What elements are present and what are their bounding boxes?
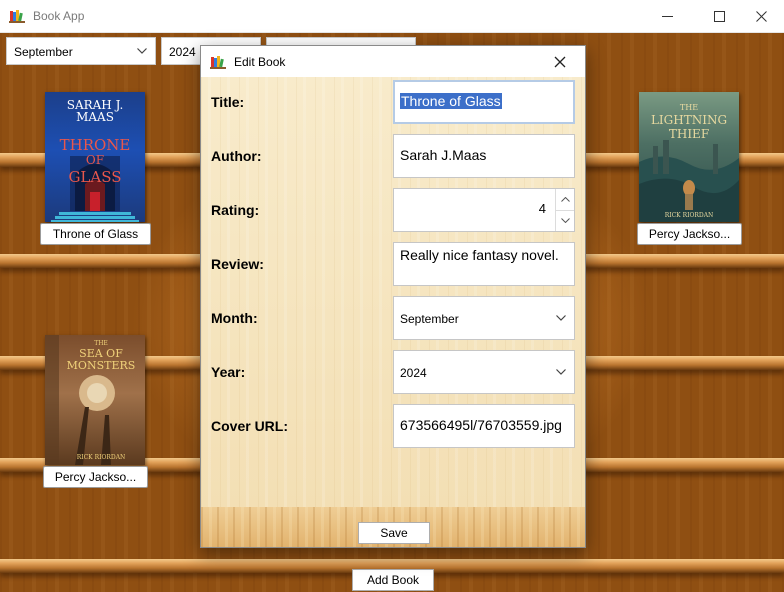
dialog-titlebar: Edit Book [201,46,585,77]
cover-url-input[interactable]: 673566495l/76703559.jpg [393,404,575,448]
year-select-value: 2024 [400,366,427,380]
cover-text: THRONE [60,136,131,154]
close-icon [755,10,767,22]
dialog-title: Edit Book [234,55,286,69]
save-button[interactable]: Save [358,522,430,544]
cover-text: RICK RIORDAN [665,212,714,219]
rating-decrement-button[interactable] [556,210,574,231]
title-input-value: Throne of Glass [400,93,502,109]
spin-up-icon [560,197,570,202]
rating-label: Rating: [211,202,260,218]
month-select[interactable]: September [393,296,575,340]
books-icon [210,56,226,69]
title-input[interactable]: Throne of Glass [393,80,575,124]
rating-spinner[interactable]: 4 [393,188,575,232]
cover-url-label: Cover URL: [211,418,289,434]
cover-text: MONSTERS [67,359,136,372]
book-label[interactable]: Percy Jackso... [637,223,742,245]
book-label[interactable]: Percy Jackso... [43,466,148,488]
book-cover-art: SARAH J. MAAS THRONE OF GLASS [51,98,139,222]
spin-down-icon [560,218,570,223]
review-label: Review: [211,256,264,272]
minimize-icon [661,15,673,17]
title-label: Title: [211,94,245,110]
month-select-value: September [400,312,459,326]
author-input-value: Sarah J.Maas [400,147,487,163]
cover-text: GLASS [68,168,121,186]
book-label[interactable]: Throne of Glass [40,223,151,245]
year-filter-value: 2024 [169,45,196,59]
dialog-close-button[interactable] [543,50,577,74]
month-label: Month: [211,310,258,326]
rating-spin-buttons [555,189,574,231]
book-cover[interactable]: THE LIGHTNING THIEF RICK RIORDAN [639,92,739,222]
cover-url-value: 673566495l/76703559.jpg [400,417,562,433]
author-input[interactable]: Sarah J.Maas [393,134,575,178]
close-icon [554,56,566,68]
author-label: Author: [211,148,262,164]
cover-text: THE [94,340,108,347]
edit-book-dialog: Edit Book Title: Throne of Glass Author:… [200,45,586,548]
review-value: Really nice fantasy novel. [400,247,559,263]
cover-text: OF [86,153,104,167]
cover-text: THE [680,103,698,112]
close-button[interactable] [738,0,784,32]
book-cover[interactable]: SARAH J. MAAS THRONE OF GLASS [45,92,145,222]
add-book-button[interactable]: Add Book [352,569,434,591]
review-textarea[interactable]: Really nice fantasy novel. [393,242,575,286]
chevron-down-icon [137,48,147,54]
books-icon [9,10,25,23]
rating-value: 4 [538,201,546,216]
minimize-button[interactable] [644,0,690,32]
book-cover-art: THE LIGHTNING THIEF RICK RIORDAN [639,103,739,222]
app-title: Book App [33,9,85,23]
main-titlebar: Book App [0,0,784,33]
book-cover[interactable]: THE SEA OF MONSTERS RICK RIORDAN [45,335,145,465]
rating-increment-button[interactable] [556,189,574,211]
dialog-form: Title: Throne of Glass Author: Sarah J.M… [201,77,585,507]
maximize-icon [713,10,725,22]
chevron-down-icon [556,369,566,375]
cover-text: THIEF [669,127,709,141]
year-label: Year: [211,364,246,380]
month-filter-value: September [14,45,73,59]
cover-text: RICK RIORDAN [77,454,126,461]
year-select[interactable]: 2024 [393,350,575,394]
cover-text: MAAS [76,110,114,124]
month-filter-select[interactable]: September [6,37,156,65]
chevron-down-icon [556,315,566,321]
cover-text: LIGHTNING [651,113,727,127]
book-cover-art: THE SEA OF MONSTERS RICK RIORDAN [45,335,136,465]
maximize-button[interactable] [696,0,742,32]
